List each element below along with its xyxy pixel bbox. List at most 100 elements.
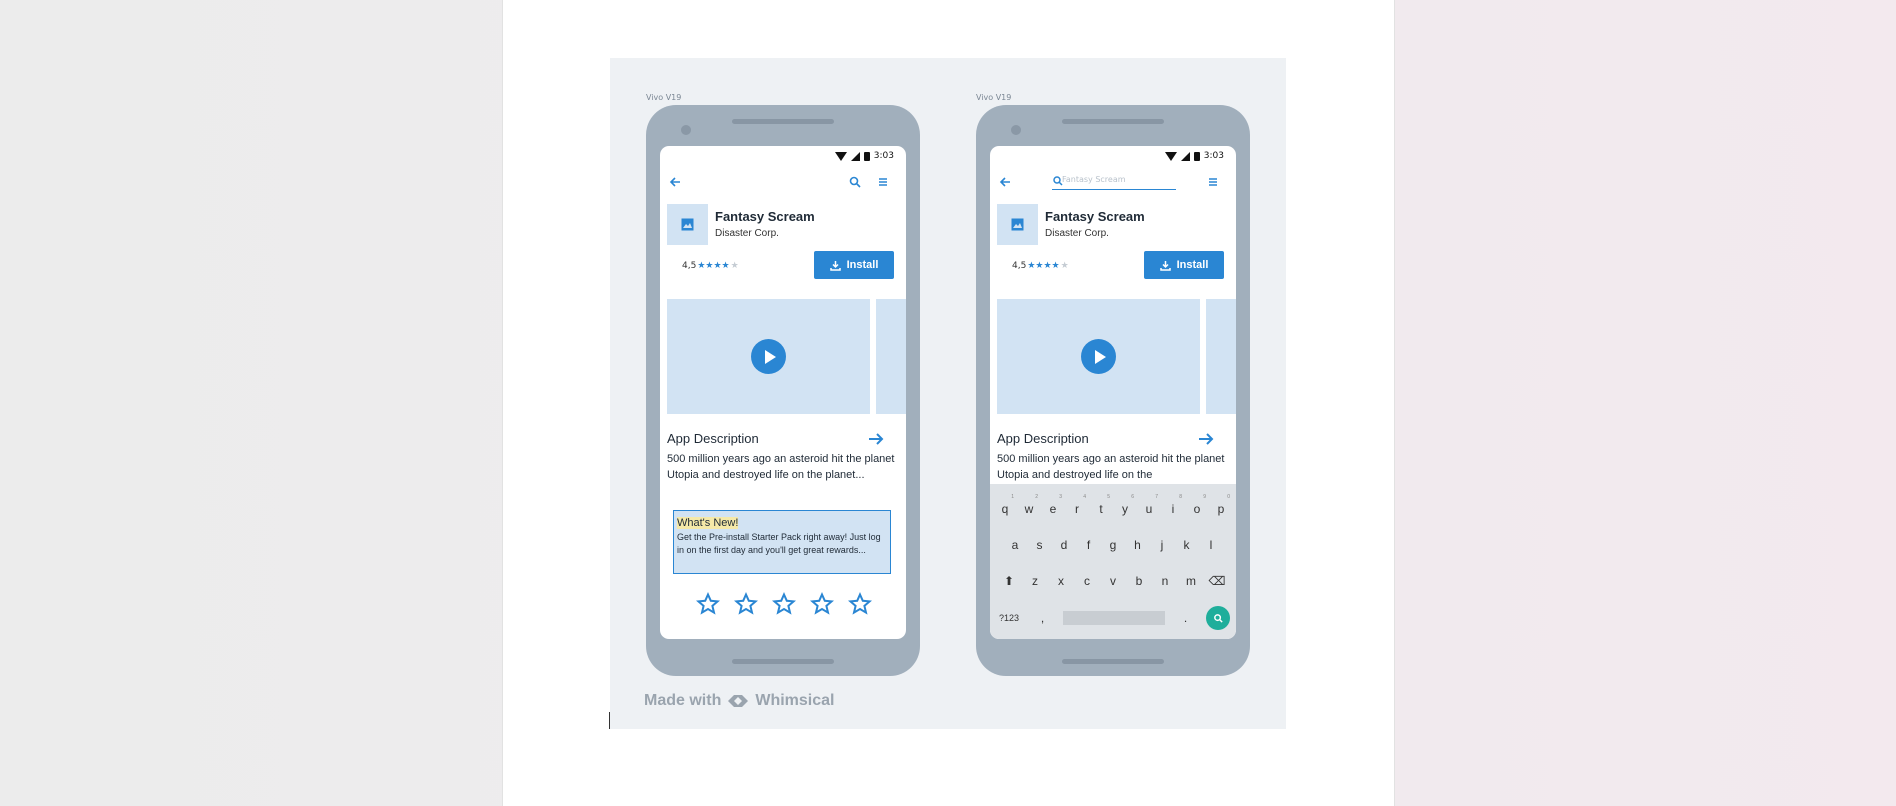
key[interactable]: v <box>1102 574 1124 588</box>
whats-new-title: What's New! <box>677 517 739 529</box>
key[interactable]: 0p <box>1210 494 1232 516</box>
arrow-right-icon[interactable] <box>868 432 884 446</box>
video-preview[interactable] <box>667 299 870 414</box>
key[interactable]: 2w <box>1018 494 1040 516</box>
key[interactable]: 3e <box>1042 494 1064 516</box>
play-icon[interactable] <box>751 339 786 374</box>
period-key[interactable]: . <box>1175 611 1197 625</box>
keyboard-row-1: 1q 2w 3e 4r 5t 6y 7u 8i 9o 0p <box>990 494 1236 516</box>
download-icon <box>1159 260 1171 271</box>
app-name: Fantasy Scream <box>715 209 815 224</box>
key[interactable]: l <box>1200 538 1222 552</box>
star-outline-icon[interactable] <box>848 592 872 616</box>
key[interactable]: 8i <box>1162 494 1184 516</box>
speaker <box>1062 119 1164 124</box>
phone-screen: 3:03 Fantasy Scream Fantasy Scream Disas… <box>990 146 1236 639</box>
camera <box>681 125 691 135</box>
menu-icon[interactable] <box>876 175 890 189</box>
key[interactable]: n <box>1154 574 1176 588</box>
arrow-right-icon[interactable] <box>1198 432 1214 446</box>
device-label: Vivo V19 <box>976 93 1012 102</box>
key[interactable]: k <box>1176 538 1198 552</box>
install-label: Install <box>1176 259 1209 271</box>
home-bar <box>1062 659 1164 664</box>
video-preview[interactable] <box>997 299 1200 414</box>
key[interactable]: 6y <box>1114 494 1136 516</box>
key[interactable]: g <box>1102 538 1124 552</box>
install-button[interactable]: Install <box>1144 251 1224 279</box>
phone-frame-1: 3:03 Fantasy Scream Disaster Corp. 4,5 ★… <box>646 105 920 676</box>
key[interactable]: h <box>1127 538 1149 552</box>
key[interactable]: j <box>1151 538 1173 552</box>
key[interactable]: 9o <box>1186 494 1208 516</box>
key[interactable]: x <box>1050 574 1072 588</box>
signal-icon <box>850 151 860 161</box>
search-icon[interactable] <box>848 175 862 189</box>
description-title: App Description <box>667 431 759 446</box>
shift-icon[interactable]: ⬆ <box>998 574 1020 588</box>
wifi-icon <box>834 151 847 161</box>
search-placeholder: Fantasy Scream <box>1062 175 1126 184</box>
key[interactable]: z <box>1024 574 1046 588</box>
phone-screen: 3:03 Fantasy Scream Disaster Corp. 4,5 ★… <box>660 146 906 639</box>
screenshot-preview[interactable] <box>876 299 906 414</box>
speaker <box>732 119 834 124</box>
whats-new-text: Get the Pre-install Starter Pack right a… <box>677 532 881 555</box>
menu-icon[interactable] <box>1206 175 1220 189</box>
status-bar: 3:03 <box>834 149 894 163</box>
play-icon[interactable] <box>1081 339 1116 374</box>
home-bar <box>732 659 834 664</box>
star-outline-icon[interactable] <box>772 592 796 616</box>
whats-new-box: What's New! Get the Pre-install Starter … <box>673 510 891 574</box>
key[interactable]: 1q <box>994 494 1016 516</box>
description-text: 500 million years ago an asteroid hit th… <box>997 453 1225 481</box>
back-arrow-icon[interactable] <box>998 175 1012 189</box>
search-icon <box>1213 613 1223 623</box>
key[interactable]: b <box>1128 574 1150 588</box>
made-with-whimsical-badge[interactable]: Made with Whimsical <box>644 692 834 710</box>
app-developer: Disaster Corp. <box>715 228 779 239</box>
device-label: Vivo V19 <box>646 93 682 102</box>
star-outline-icon[interactable] <box>696 592 720 616</box>
key[interactable]: a <box>1004 538 1026 552</box>
key[interactable]: 4r <box>1066 494 1088 516</box>
status-bar: 3:03 <box>1164 149 1224 163</box>
spacebar[interactable] <box>1063 611 1165 625</box>
screenshot-preview[interactable] <box>1206 299 1236 414</box>
app-developer: Disaster Corp. <box>1045 228 1109 239</box>
star-outline-icon[interactable] <box>810 592 834 616</box>
key[interactable]: m <box>1180 574 1202 588</box>
signal-icon <box>1180 151 1190 161</box>
wifi-icon <box>1164 151 1177 161</box>
comma-key[interactable]: , <box>1032 611 1054 625</box>
description-text: 500 million years ago an asteroid hit th… <box>667 453 895 481</box>
star-outline-icon[interactable] <box>734 592 758 616</box>
backspace-icon[interactable]: ⌫ <box>1206 574 1228 588</box>
text-cursor <box>609 712 610 729</box>
star-empty-icon: ★ <box>1060 260 1069 271</box>
image-icon <box>681 218 694 231</box>
rating-value: 4,5 <box>1012 261 1027 271</box>
back-arrow-icon[interactable] <box>668 175 682 189</box>
app-toolbar: Fantasy Scream <box>990 169 1236 195</box>
app-rating: 4,5 ★★★★ ★ <box>1012 261 1069 271</box>
star-filled-icon: ★★★★ <box>1027 260 1060 271</box>
key[interactable]: 7u <box>1138 494 1160 516</box>
key[interactable]: c <box>1076 574 1098 588</box>
whimsical-logo-icon <box>728 695 749 707</box>
app-icon-placeholder <box>667 204 708 245</box>
search-input[interactable]: Fantasy Scream <box>1052 173 1176 190</box>
star-filled-icon: ★★★★ <box>697 260 730 271</box>
key[interactable]: s <box>1029 538 1051 552</box>
download-icon <box>829 260 841 271</box>
key[interactable]: f <box>1078 538 1100 552</box>
install-button[interactable]: Install <box>814 251 894 279</box>
symbols-key[interactable]: ?123 <box>996 613 1022 623</box>
made-with-label: Made with <box>644 692 722 709</box>
status-time: 3:03 <box>1203 151 1224 161</box>
key[interactable]: 5t <box>1090 494 1112 516</box>
keyboard-row-3: ⬆ z x c v b n m ⌫ <box>990 574 1236 588</box>
search-key[interactable] <box>1206 606 1230 630</box>
key[interactable]: d <box>1053 538 1075 552</box>
phone-frame-2: 3:03 Fantasy Scream Fantasy Scream Disas… <box>976 105 1250 676</box>
